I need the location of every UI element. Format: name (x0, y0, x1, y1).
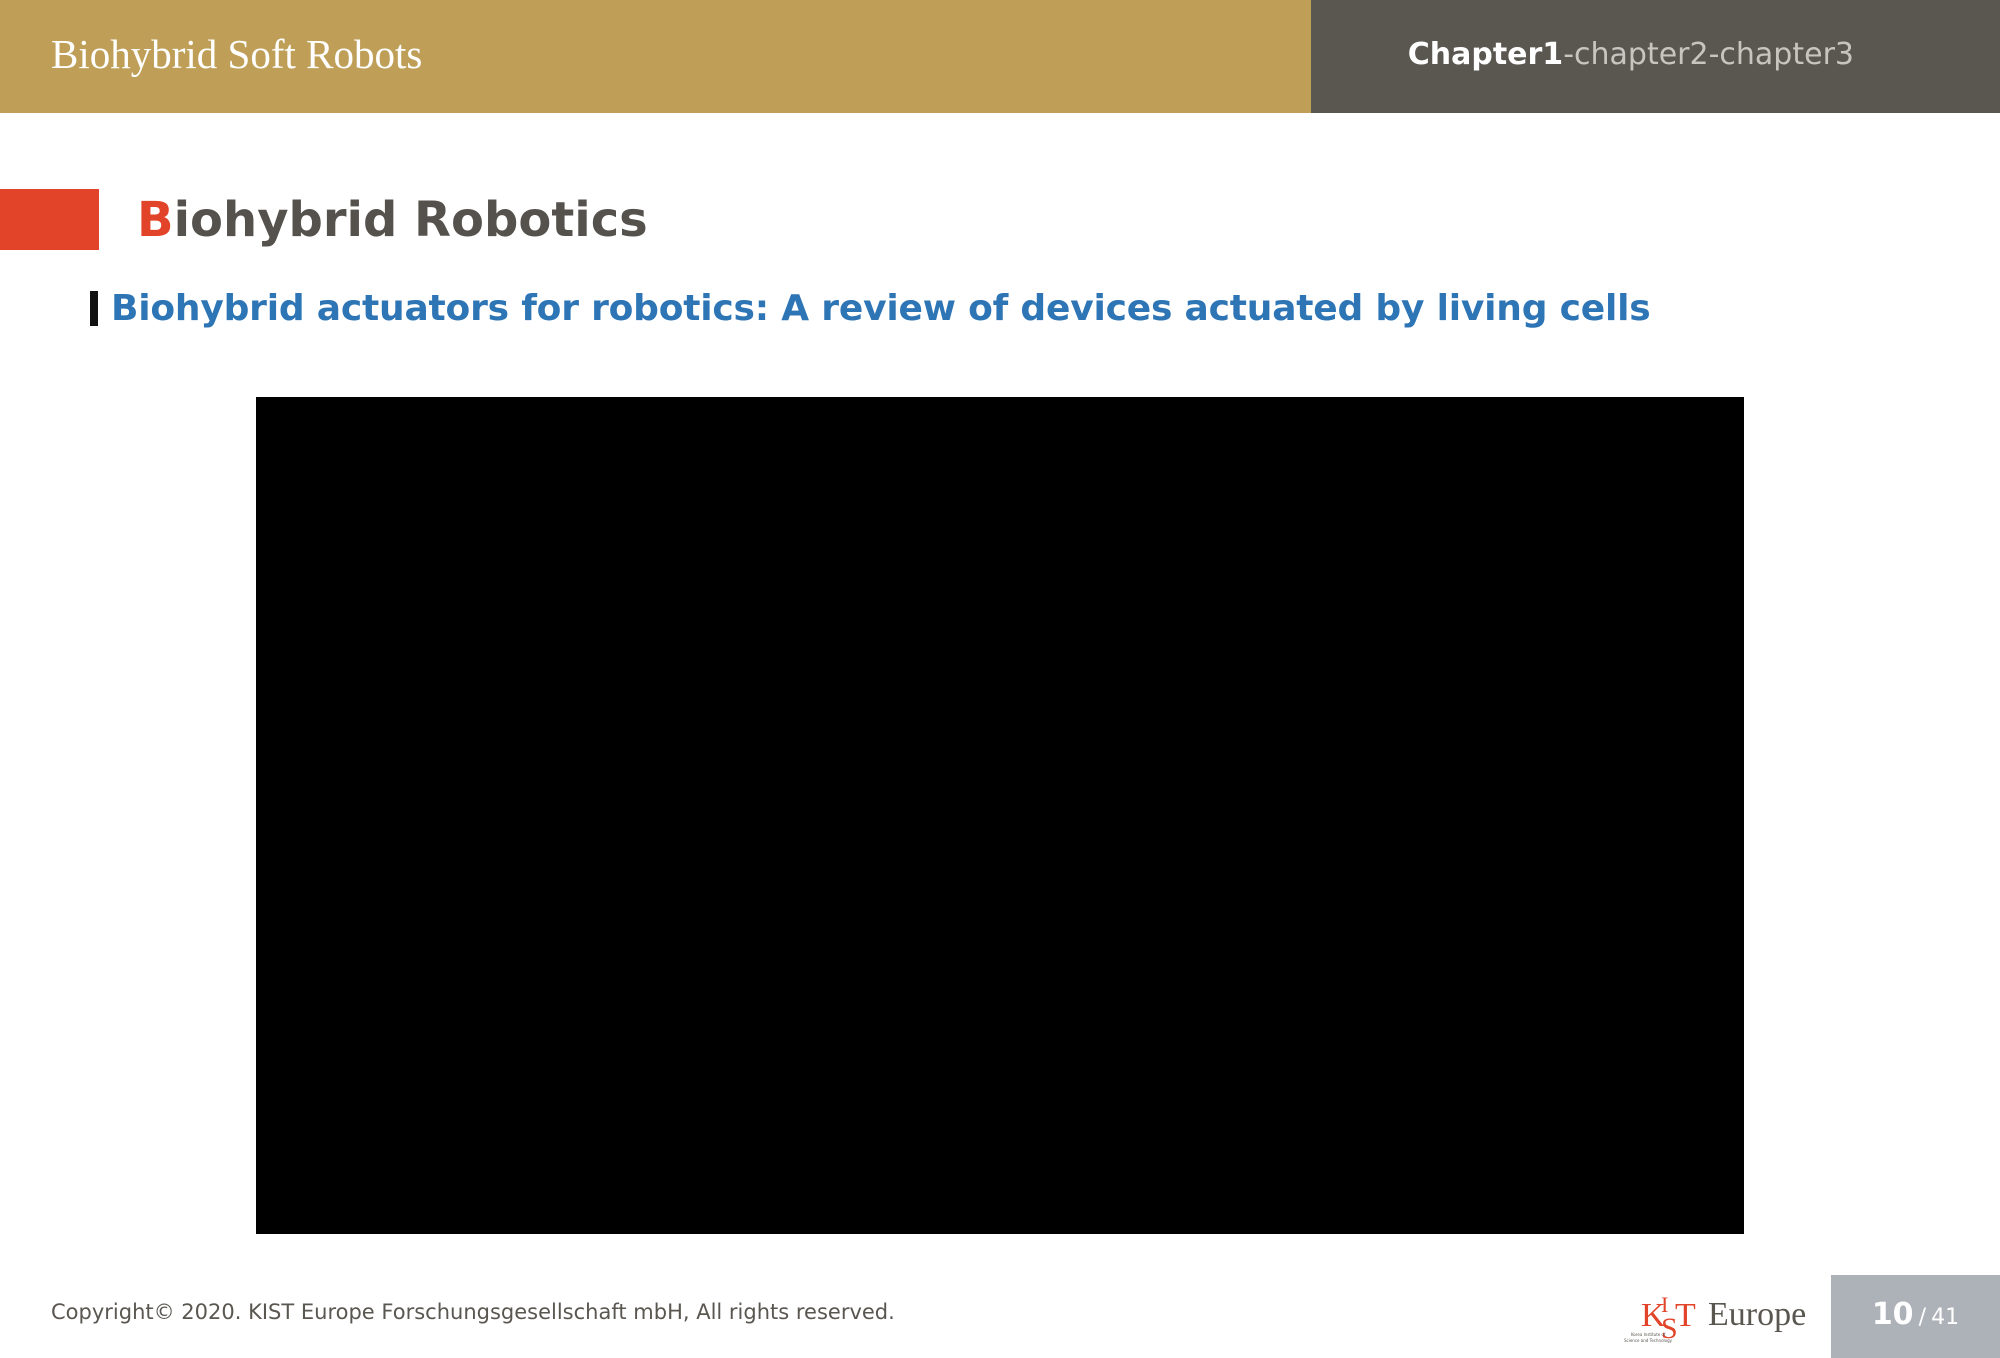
slide: Biohybrid Soft Robots Chapter1-chapter2-… (0, 0, 2000, 1358)
kist-logo-icon: K I S T Korea Institute of Science and T… (1624, 1292, 1696, 1345)
logo-caption-line2: Science and Technology (1624, 1338, 1673, 1343)
page-current: 10 (1871, 1297, 1914, 1332)
subtitle: Biohybrid actuators for robotics: A revi… (111, 288, 1651, 329)
page-separator: / (1918, 1305, 1927, 1330)
chapter-others[interactable]: -chapter2-chapter3 (1563, 37, 1854, 72)
page-total: 41 (1931, 1305, 1960, 1330)
section-title-rest: iohybrid Robotics (173, 192, 648, 248)
logo-caption-line1: Korea Institute of (1631, 1332, 1666, 1337)
presentation-title: Biohybrid Soft Robots (51, 31, 423, 77)
chapter-nav-bar: Chapter1-chapter2-chapter3 (1311, 0, 2000, 113)
section-accent-block (0, 189, 99, 250)
header-bar: Biohybrid Soft Robots (0, 0, 1311, 113)
chapter-current[interactable]: Chapter1 (1408, 37, 1563, 72)
chapter-nav: Chapter1-chapter2-chapter3 (1408, 38, 1854, 71)
section-title-initial: B (137, 192, 174, 248)
subtitle-marker (90, 291, 98, 326)
logo-letter-t: T (1675, 1297, 1696, 1334)
video-player[interactable] (256, 397, 1744, 1234)
logo-text: Europe (1708, 1296, 1807, 1333)
copyright-notice: Copyright© 2020. KIST Europe Forschungsg… (51, 1300, 895, 1324)
page-indicator: 10 / 41 (1831, 1275, 2000, 1358)
kist-europe-logo: K I S T Korea Institute of Science and T… (1608, 1290, 1808, 1346)
section-title: Biohybrid Robotics (137, 190, 648, 250)
